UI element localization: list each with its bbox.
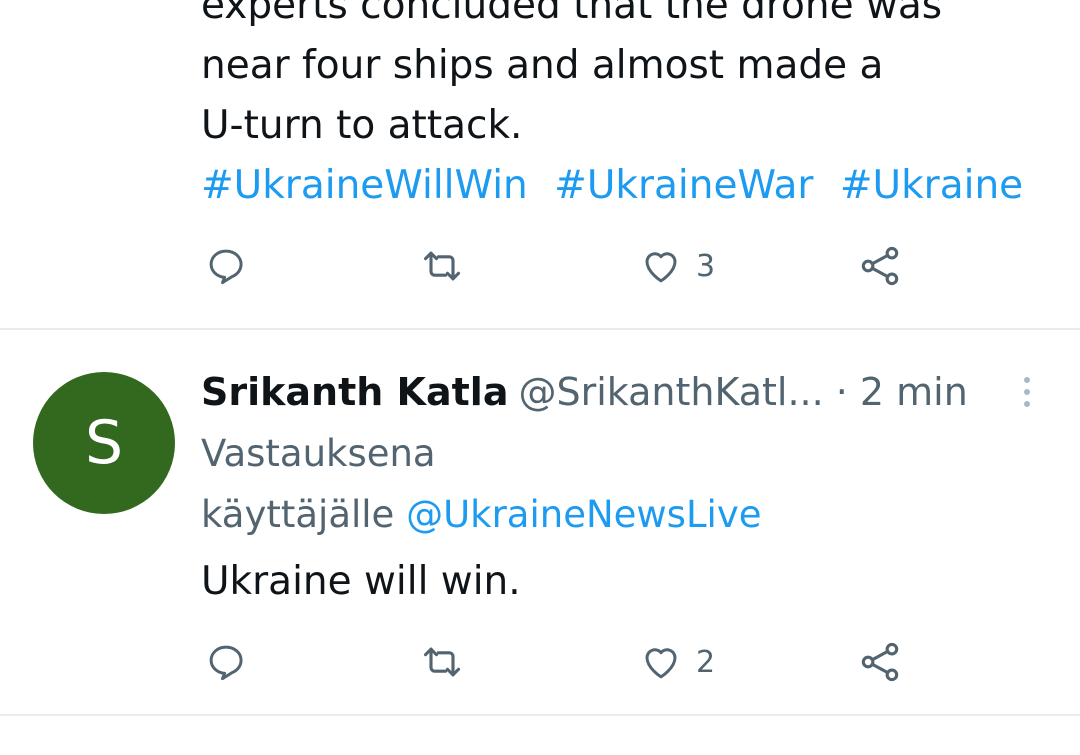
timestamp[interactable]: · 2 min [836,370,968,414]
share-icon [861,246,899,286]
divider [0,328,1080,330]
reply-context-line: käyttäjälle @UkraineNewsLive [201,485,762,545]
display-name[interactable]: Srikanth Katla [201,370,508,414]
share-button[interactable] [858,241,902,291]
tweet-text-line: experts concluded that the drone was [201,0,943,28]
hashtag-link[interactable]: #UkraineWar [554,163,813,208]
like-count: 3 [696,248,716,284]
reply-button[interactable] [205,241,247,291]
more-options-button[interactable] [1012,374,1042,410]
hashtag-link[interactable]: #UkraineWillWin [201,163,528,208]
retweet-button[interactable] [420,637,464,687]
tweet-text: Ukraine will win. [201,559,521,604]
mention-link[interactable]: @UkraineNewsLive [406,493,761,536]
hashtag-link[interactable]: #Ukraine [840,163,1023,208]
avatar[interactable]: S [33,372,175,514]
reply-icon [209,249,243,285]
user-handle[interactable]: @SrikanthKatl... [518,370,823,414]
like-button[interactable]: 3 [640,241,715,291]
reply-context-text: käyttäjälle [201,493,395,536]
share-icon [861,642,899,682]
like-button[interactable]: 2 [640,637,715,687]
divider [0,714,1080,716]
reply-icon [209,645,243,681]
heart-icon [645,648,677,679]
retweet-icon [423,251,461,281]
share-button[interactable] [858,637,902,687]
reply-button[interactable] [205,637,247,687]
tweet-actions: 2 [0,637,1080,687]
retweet-button[interactable] [420,241,464,291]
tweet-text-line: near four ships and almost made a [201,43,884,88]
reply-context-line: Vastauksena [201,432,436,475]
hashtag-row: #UkraineWillWin #UkraineWar #Ukraine [201,156,1023,216]
retweet-icon [423,647,461,677]
tweet-header: Srikanth Katla @SrikanthKatl... · 2 min [201,362,968,422]
tweet-text-line: U-turn to attack. [201,103,523,148]
heart-icon [645,252,677,283]
tweet-actions: 3 [0,241,1080,291]
like-count: 2 [696,644,716,680]
more-vertical-icon [1024,377,1030,407]
